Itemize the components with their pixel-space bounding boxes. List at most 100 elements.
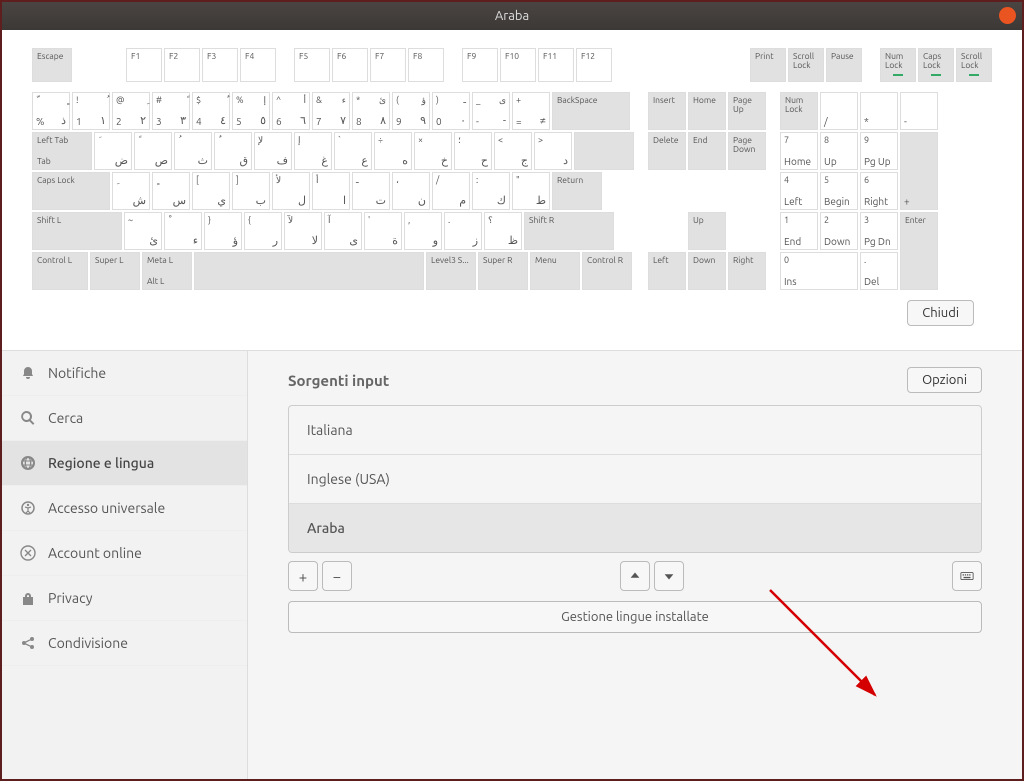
- key-np-minus[interactable]: -: [900, 92, 938, 130]
- input-source-row[interactable]: Inglese (USA): [289, 455, 981, 504]
- key-space[interactable]: [194, 252, 424, 290]
- key-numlock[interactable]: Num Lock: [780, 92, 818, 130]
- sidebar-item-bell[interactable]: Notifiche: [2, 351, 247, 396]
- key-right[interactable]: Right: [728, 252, 766, 290]
- key-r4-8[interactable]: .ز: [444, 212, 482, 250]
- key-np-plus[interactable]: +: [900, 132, 938, 210]
- key-shift-l[interactable]: Shift L: [32, 212, 122, 250]
- key-r3-4[interactable]: لأل: [272, 172, 310, 210]
- key-r2-2[interactable]: ُث: [174, 132, 212, 170]
- key-r4-4[interactable]: لآلا: [284, 212, 322, 250]
- key-backspace[interactable]: BackSpace: [552, 92, 630, 130]
- key-r3-7[interactable]: ،ن: [392, 172, 430, 210]
- key-return-top[interactable]: [574, 132, 634, 170]
- key-r4-7[interactable]: ,و: [404, 212, 442, 250]
- sidebar-item-share[interactable]: Condivisione: [2, 621, 247, 666]
- key-np-0[interactable]: 0Ins: [780, 252, 858, 290]
- key-r3-10[interactable]: "ط: [512, 172, 550, 210]
- key-r3-9[interactable]: :ك: [472, 172, 510, 210]
- key-r1-8[interactable]: *ئ8٨: [352, 92, 390, 130]
- key-end[interactable]: End: [688, 132, 726, 170]
- key-r1-10[interactable]: )ـ0٠: [432, 92, 470, 130]
- key-r3-3[interactable]: ]ب: [232, 172, 270, 210]
- key-np-9[interactable]: 9Pg Up: [860, 132, 898, 170]
- key-np-5[interactable]: 5Begin: [820, 172, 858, 210]
- input-source-row[interactable]: Araba: [289, 504, 981, 552]
- key-np-4[interactable]: 4Left: [780, 172, 818, 210]
- key-r1-7[interactable]: &ء7٧: [312, 92, 350, 130]
- key-r1-5[interactable]: %إ5٥: [232, 92, 270, 130]
- sidebar-item-online[interactable]: Account online: [2, 531, 247, 576]
- key-r1-0[interactable]: ٍّ%ذ: [32, 92, 70, 130]
- key-r2-3[interactable]: ٌق: [214, 132, 252, 170]
- key-r3-5[interactable]: أا: [312, 172, 350, 210]
- key-f11[interactable]: F11: [538, 48, 574, 82]
- key-r1-3[interactable]: #ً3٣: [152, 92, 190, 130]
- key-f3[interactable]: F3: [202, 48, 238, 82]
- show-keyboard-button[interactable]: [952, 561, 982, 591]
- key-r4-3[interactable]: {ر: [244, 212, 282, 250]
- key-f1[interactable]: F1: [126, 48, 162, 82]
- key-r2-6[interactable]: `ع: [334, 132, 372, 170]
- key-np-8[interactable]: 8Up: [820, 132, 858, 170]
- key-r4-1[interactable]: ْء: [164, 212, 202, 250]
- key-r1-11[interactable]: _ى--: [472, 92, 510, 130]
- key-pageup[interactable]: Page Up: [728, 92, 766, 130]
- key-super-l[interactable]: Super L: [90, 252, 140, 290]
- key-np-multiply[interactable]: *: [860, 92, 898, 130]
- key-capslock[interactable]: Caps Lock: [32, 172, 110, 210]
- key-np-7[interactable]: 7Home: [780, 132, 818, 170]
- key-np-2[interactable]: 2Down: [820, 212, 858, 250]
- key-up[interactable]: Up: [688, 212, 726, 250]
- options-button[interactable]: Opzioni: [907, 367, 982, 393]
- key-f2[interactable]: F2: [164, 48, 200, 82]
- key-control-r[interactable]: Control R: [582, 252, 632, 290]
- key-super-r[interactable]: Super R: [478, 252, 528, 290]
- key-pause[interactable]: Pause: [826, 48, 862, 82]
- key-level3[interactable]: Level3 S...: [426, 252, 476, 290]
- key-np-6[interactable]: 6Right: [860, 172, 898, 210]
- key-r3-8[interactable]: /م: [432, 172, 470, 210]
- key-r1-9[interactable]: (ؤ9٩: [392, 92, 430, 130]
- close-button[interactable]: Chiudi: [907, 300, 974, 326]
- sidebar-item-privacy[interactable]: Privacy: [2, 576, 247, 621]
- key-r4-2[interactable]: }ؤ: [204, 212, 242, 250]
- key-r1-6[interactable]: ^أ6٦: [272, 92, 310, 130]
- key-escape[interactable]: Escape: [32, 48, 72, 82]
- key-r3-0[interactable]: ِش: [112, 172, 150, 210]
- key-f4[interactable]: F4: [240, 48, 276, 82]
- key-r3-2[interactable]: [ي: [192, 172, 230, 210]
- sidebar-item-globe[interactable]: Regione e lingua: [2, 441, 247, 486]
- key-f6[interactable]: F6: [332, 48, 368, 82]
- key-r4-0[interactable]: ~ئ: [124, 212, 162, 250]
- key-r2-0[interactable]: َض: [94, 132, 132, 170]
- close-icon[interactable]: [999, 7, 1016, 24]
- key-control-l[interactable]: Control L: [32, 252, 88, 290]
- key-r2-5[interactable]: إغ: [294, 132, 332, 170]
- key-r4-5[interactable]: آى: [324, 212, 362, 250]
- key-np-divide[interactable]: /: [820, 92, 858, 130]
- sidebar-item-access[interactable]: Accesso universale: [2, 486, 247, 531]
- move-up-button[interactable]: [620, 561, 650, 591]
- key-left[interactable]: Left: [648, 252, 686, 290]
- key-r2-11[interactable]: >د: [534, 132, 572, 170]
- key-r3-1[interactable]: ٍس: [152, 172, 190, 210]
- key-r1-4[interactable]: $ٌ4٤: [192, 92, 230, 130]
- sidebar-item-search[interactable]: Cerca: [2, 396, 247, 441]
- key-r2-7[interactable]: ÷ه: [374, 132, 412, 170]
- key-r2-10[interactable]: <ج: [494, 132, 532, 170]
- key-delete[interactable]: Delete: [648, 132, 686, 170]
- key-r2-9[interactable]: ؛ح: [454, 132, 492, 170]
- key-home[interactable]: Home: [688, 92, 726, 130]
- key-f8[interactable]: F8: [408, 48, 444, 82]
- key-print[interactable]: Print: [750, 48, 786, 82]
- key-shift-r[interactable]: Shift R: [524, 212, 614, 250]
- key-r2-4[interactable]: لإف: [254, 132, 292, 170]
- key-down[interactable]: Down: [688, 252, 726, 290]
- key-r3-6[interactable]: ـت: [352, 172, 390, 210]
- key-scroll-lock[interactable]: Scroll Lock: [788, 48, 824, 82]
- add-source-button[interactable]: +: [288, 561, 318, 591]
- key-tab[interactable]: Left TabTab: [32, 132, 92, 170]
- key-np-enter[interactable]: Enter: [900, 212, 938, 290]
- key-insert[interactable]: Insert: [648, 92, 686, 130]
